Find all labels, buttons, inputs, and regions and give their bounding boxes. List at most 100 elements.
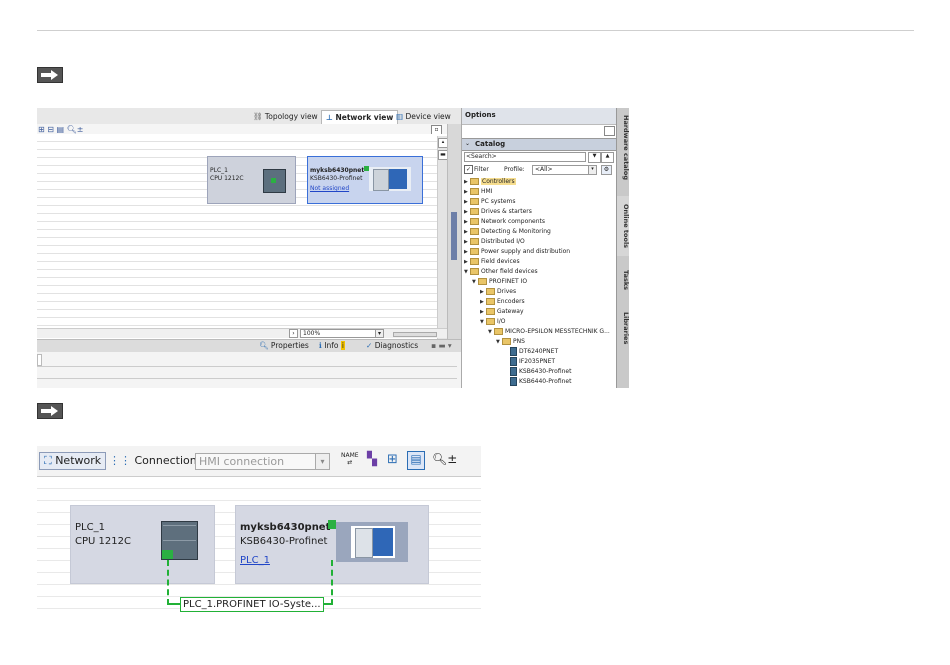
catalog-tree-item[interactable]: KSB6440-Profinet (504, 377, 571, 386)
table-view-icon[interactable]: ▤ (407, 451, 425, 470)
filter-checkbox[interactable]: ✓ (464, 165, 473, 174)
profile-settings-icon[interactable]: ⚙ (601, 165, 612, 175)
device-ksb6430[interactable]: myksb6430pnet KSB6430-Profinet Not assig… (307, 156, 423, 204)
tree-item-label: PC systems (481, 198, 516, 205)
warning-icon: i (340, 341, 345, 350)
tab-label: Info (324, 341, 339, 350)
device-type: CPU 1212C (75, 536, 131, 547)
chevron-down-icon[interactable]: ▾ (375, 329, 384, 338)
folder-icon (502, 338, 511, 345)
folder-icon (494, 328, 503, 335)
catalog-tree-item[interactable]: ▶ Network components (464, 217, 545, 226)
catalog-tree-item[interactable]: KSB6430-Profinet (504, 367, 571, 376)
module-icon (510, 367, 517, 376)
zoom-slider[interactable] (393, 332, 437, 337)
catalog-tree-item[interactable]: ▼ I/O (480, 317, 506, 326)
tree-item-label: Power supply and distribution (481, 248, 571, 255)
network-button[interactable]: ⛶ Network (39, 452, 107, 470)
task-card-tabs: Hardware catalog Online tools Tasks Libr… (616, 108, 629, 388)
catalog-tree-item[interactable]: ▼ Other field devices (464, 267, 538, 276)
side-tab-libraries[interactable]: Libraries (617, 306, 629, 350)
network-view-screenshot: ⛓ Topology view ⊥ Network view ▥ Device … (37, 108, 629, 388)
device-image-icon (369, 167, 411, 191)
zoom-select[interactable]: 100% (300, 329, 384, 338)
tree-item-label: Distributed I/O (481, 238, 525, 245)
catalog-tree-item[interactable]: ▶ Field devices (464, 257, 520, 266)
assigned-controller-link[interactable]: PLC_1 (240, 554, 270, 568)
profinet-connection-ksb[interactable] (331, 560, 333, 605)
tab-diagnostics[interactable]: ✓ Diagnostics (366, 341, 418, 350)
catalog-tree-item[interactable]: ▼ PNS (496, 337, 525, 346)
diagnostics-icon: ✓ (366, 341, 373, 350)
device-plc[interactable]: PLC_1 CPU 1212C (70, 505, 215, 584)
assignment-link[interactable]: Not assigned (310, 185, 349, 193)
button-label: Network (55, 454, 102, 467)
folder-icon (470, 248, 479, 255)
tab-info[interactable]: ℹ Info i (319, 341, 345, 350)
catalog-tree-item[interactable]: ▶ Detecting & Monitoring (464, 227, 551, 236)
catalog-tree-item[interactable]: IF2035PNET (504, 357, 555, 366)
network-icon: ⊥ (326, 113, 333, 122)
chevron-down-icon[interactable]: ▾ (315, 453, 330, 470)
device-name: myksb6430pnet (240, 522, 331, 533)
tree-item-label: Drives & starters (481, 208, 532, 215)
grid-icon[interactable]: ⊞ (387, 452, 398, 467)
chevron-down-icon[interactable]: ⌄ (465, 140, 470, 147)
chevron-down-icon[interactable]: ▾ (588, 165, 597, 175)
module-icon (510, 377, 517, 386)
network-view-zoomed-screenshot: ⛶ Network ⋮⋮ Connections HMI connection … (37, 446, 481, 616)
tab-label: Topology view (264, 112, 318, 121)
search-down-icon[interactable]: ▼ (588, 152, 601, 163)
catalog-tree-item[interactable]: ▼ PROFINET IO (472, 277, 527, 286)
folder-icon (470, 218, 479, 225)
port-icon (328, 520, 336, 529)
profinet-connection-plc[interactable] (167, 560, 169, 605)
catalog-tree-item[interactable]: ▶ Drives (480, 287, 516, 296)
connections-button[interactable]: ⋮⋮ Connections (109, 452, 202, 470)
maximize-icon[interactable] (604, 126, 615, 136)
tree-item-label: Gateway (497, 308, 524, 315)
connection-type-select[interactable]: HMI connection (195, 453, 324, 470)
catalog-tree-item[interactable]: DT6240PNET (504, 347, 558, 356)
side-tab-online-tools[interactable]: Online tools (617, 196, 629, 256)
device-overview-icon[interactable]: ▚ (367, 452, 377, 467)
catalog-tree-item[interactable]: ▼ MICRO-EPSILON MESSTECHNIK G... (488, 327, 610, 336)
tab-topology-view[interactable]: ⛓ Topology view (249, 110, 322, 124)
search-up-icon[interactable]: ▲ (601, 152, 614, 163)
panel-controls-icon[interactable]: ▪ ▬ ▾ (431, 341, 452, 350)
catalog-tree-item[interactable]: ▶ Drives & starters (464, 207, 532, 216)
catalog-search-input[interactable]: <Search> (466, 153, 497, 161)
catalog-tree-item[interactable]: ▶ HMI (464, 187, 492, 196)
tree-item-label: Detecting & Monitoring (481, 228, 551, 235)
panel-splitter[interactable] (447, 124, 461, 356)
catalog-tree-item[interactable]: ▶ PC systems (464, 197, 516, 206)
catalog-tree-item[interactable]: ▶ Distributed I/O (464, 237, 525, 246)
device-plc[interactable]: PLC_1 CPU 1212C (207, 156, 296, 204)
side-tab-tasks[interactable]: Tasks (617, 266, 629, 294)
tab-label: Device view (405, 112, 451, 121)
tree-item-label: PROFINET IO (489, 278, 528, 285)
profile-label: Profile: (504, 166, 525, 173)
zoom-icon[interactable]: 🔍︎± (432, 452, 457, 466)
device-type: CPU 1212C (210, 175, 244, 182)
catalog-tree-item[interactable]: ▶ Gateway (480, 307, 524, 316)
folder-icon (478, 278, 487, 285)
catalog-tree-item[interactable]: ▶ Encoders (480, 297, 525, 306)
tab-network-view[interactable]: ⊥ Network view (321, 110, 399, 125)
scroll-right-icon[interactable]: › (289, 329, 298, 338)
side-tab-hardware-catalog[interactable]: Hardware catalog (617, 112, 629, 184)
splitter-handle[interactable] (451, 212, 457, 260)
tree-item-label: Other field devices (481, 268, 538, 275)
tab-device-view[interactable]: ▥ Device view (392, 110, 455, 124)
tree-item-label: KSB6440-Profinet (519, 378, 572, 385)
tree-item-label: Drives (497, 288, 517, 295)
profile-select[interactable]: <All> (532, 165, 596, 175)
io-system-label[interactable]: PLC_1.PROFINET IO-Syste... (180, 597, 324, 612)
tab-properties[interactable]: 🔍︎ Properties (259, 341, 309, 350)
catalog-tree-item[interactable]: ▶ Power supply and distribution (464, 247, 570, 256)
canvas-vertical-scrollbar[interactable]: ▴ ▬ ▾ (437, 136, 448, 354)
tab-label: Diagnostics (374, 341, 419, 350)
name-icon[interactable]: NAME ⇄ (341, 452, 359, 466)
toolbar-icons[interactable]: ⊞ ⊟ ▤ 🔍︎± (38, 125, 83, 134)
catalog-tree-item[interactable]: ▶ Controllers (464, 177, 516, 186)
